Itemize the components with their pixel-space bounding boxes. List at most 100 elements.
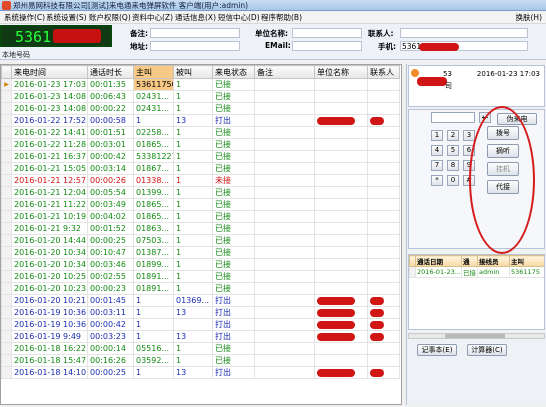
subtable-header-operator[interactable]: 接线员 (477, 255, 510, 267)
scrollbar-thumb[interactable] (445, 334, 505, 338)
column-header-remark[interactable]: 备注 (254, 65, 315, 79)
cell-callee: 01369... (173, 294, 213, 307)
cell-callee: 1 (173, 174, 213, 187)
menu-account[interactable]: 账户权限(Q) (89, 11, 131, 24)
table-row[interactable]: 2016-01-22 14:41 00:01:51 02258... 1 已接 (1, 126, 400, 139)
dial-key[interactable]: 3 (463, 130, 475, 141)
dial-button[interactable]: 拨号 (487, 126, 519, 140)
cell-caller: 01891... (133, 270, 174, 283)
column-header-callee[interactable]: 被叫 (173, 65, 213, 79)
table-row[interactable]: 2016-01-19 9:49 00:03:23 1 13 打出 (1, 330, 400, 343)
table-row[interactable]: 2016-01-22 11:28 00:03:01 01865... 1 已接 (1, 138, 400, 151)
table-row[interactable]: 2016-01-21 16:37 00:00:42 53381227 1 已接 (1, 150, 400, 163)
table-row[interactable]: 2016-01-20 14:44 00:00:25 07503... 1 已接 (1, 234, 400, 247)
table-row[interactable]: 2016-01-22 17:52 00:00:58 1 13 打出 (1, 114, 400, 127)
table-row[interactable]: 2016-01-21 11:22 00:03:49 01865... 1 已接 (1, 198, 400, 211)
row-indicator-icon (1, 282, 12, 295)
answer-for-button[interactable]: 代接 (487, 180, 519, 194)
call-detail-card: 53 2016-01-23 17:03 司 (408, 65, 545, 107)
menu-data[interactable]: 资料中心(Z) (132, 11, 173, 24)
column-header-caller[interactable]: 主叫 (133, 65, 174, 79)
remark-field[interactable] (150, 28, 240, 38)
cell-company (314, 126, 368, 139)
hangup-button[interactable]: 挂机 (487, 162, 519, 176)
call-records-table[interactable]: 来电时间 通话时长 主叫 被叫 来电状态 备注 单位名称 联系人 ▶ 2016-0… (0, 64, 402, 405)
dial-key[interactable]: 4 (431, 145, 443, 156)
cell-company (314, 150, 368, 163)
table-row[interactable]: 2016-01-21 12:57 00:00:26 01338... 1 未接 (1, 174, 400, 187)
menu-help[interactable]: 程序帮助(B) (261, 11, 302, 24)
dial-key[interactable]: # (463, 175, 475, 186)
email-field[interactable] (292, 41, 362, 51)
dial-key[interactable]: 5 (447, 145, 459, 156)
table-row[interactable]: 2016-01-18 16:22 00:00:14 05516... 1 已接 (1, 342, 400, 355)
contact-field[interactable] (400, 28, 528, 38)
table-row[interactable]: ▶ 2016-01-23 17:03 00:01:35 53611750 1 已接 (1, 78, 400, 91)
backspace-icon[interactable]: ← (479, 112, 491, 123)
mobile-field[interactable]: 5361 (400, 41, 528, 51)
table-row[interactable]: 2016-01-19 10:36 00:03:11 1 13 打出 (1, 306, 400, 319)
menu-sms[interactable]: 短信中心(D) (218, 11, 260, 24)
table-row[interactable]: 2016-01-21 10:19 00:04:02 01865... 1 已接 (1, 210, 400, 223)
cell-contact (367, 90, 400, 103)
cell-duration: 00:00:23 (87, 282, 134, 295)
table-row[interactable]: 2016-01-21 15:05 00:03:14 01867... 1 已接 (1, 162, 400, 175)
table-row[interactable]: 2016-01-21 9:32 00:01:52 01863... 1 已接 (1, 222, 400, 235)
cell-duration: 00:01:45 (87, 294, 134, 307)
menu-call-info[interactable]: 通话信息(X) (175, 11, 216, 24)
column-header-contact[interactable]: 联系人 (367, 65, 400, 79)
cell-time: 2016-01-21 12:04 (11, 186, 88, 199)
cell-callee: 1 (173, 186, 213, 199)
cell-time: 2016-01-23 17:03 (11, 78, 88, 91)
table-row[interactable]: 2016-01-20 10:25 00:02:55 01891... 1 已接 (1, 270, 400, 283)
dial-key[interactable]: 8 (447, 160, 459, 171)
subtable-header-status[interactable]: 通 (461, 255, 478, 267)
menu-system[interactable]: 系统操作(C) (4, 11, 45, 24)
column-header-time[interactable]: 来电时间 (11, 65, 88, 79)
redaction-mark (317, 296, 355, 305)
dial-key[interactable]: 2 (447, 130, 459, 141)
column-header-status[interactable]: 来电状态 (212, 65, 255, 79)
cell-remark (254, 330, 315, 343)
dial-key[interactable]: 7 (431, 160, 443, 171)
subtable-header-date[interactable]: 通话日期 (415, 255, 462, 267)
address-field[interactable] (150, 41, 240, 51)
menu-settings[interactable]: 系统设置(S) (46, 11, 87, 24)
cell-duration: 00:01:51 (87, 126, 134, 139)
table-row[interactable]: 2016-01-23 14:08 00:00:22 02431... 1 已接 (1, 102, 400, 115)
table-row[interactable]: 2016-01-18 14:10 00:00:25 1 13 打出 (1, 366, 400, 379)
row-indicator-icon (1, 258, 12, 271)
cell-contact (367, 186, 400, 199)
dial-key[interactable]: 1 (431, 130, 443, 141)
table-row[interactable]: 2016-01-20 10:23 00:00:23 01891... 1 已接 (1, 282, 400, 295)
cell-duration: 00:01:52 (87, 222, 134, 235)
column-header-company[interactable]: 单位名称 (314, 65, 368, 79)
fake-call-button[interactable]: 伪来电 (497, 113, 537, 125)
table-row[interactable]: 2016-01-21 12:04 00:05:54 01399... 1 已接 (1, 186, 400, 199)
pickup-button[interactable]: 摘听 (487, 144, 519, 158)
table-row[interactable]: 2016-01-18 15:47 00:16:26 03592... 1 已接 (1, 354, 400, 367)
dial-number-input[interactable] (431, 112, 475, 123)
table-row[interactable]: 2016-01-23 14:08 00:06:43 02431... 1 已接 (1, 90, 400, 103)
dial-key[interactable]: 6 (463, 145, 475, 156)
company-field[interactable] (292, 28, 362, 38)
notepad-button[interactable]: 记事本(E) (417, 344, 457, 356)
calculator-button[interactable]: 计算器(C) (467, 344, 507, 356)
table-row[interactable]: 2016-01-20 10:34 00:03:46 01899... 1 已接 (1, 258, 400, 271)
dial-key[interactable]: * (431, 175, 443, 186)
subtable-row[interactable]: 2016-01-23... 已接 admin 5361175 (409, 266, 544, 278)
column-header-duration[interactable]: 通话时长 (87, 65, 134, 79)
dial-key[interactable]: 0 (447, 175, 459, 186)
table-row[interactable]: 2016-01-19 10:36 00:00:42 1 打出 (1, 318, 400, 331)
subtable-header-caller[interactable]: 主叫 (509, 255, 544, 267)
dial-key[interactable]: 9 (463, 160, 475, 171)
subtable-scrollbar[interactable] (408, 333, 545, 339)
menu-skin[interactable]: 换肤(H) (516, 11, 543, 24)
cell-remark (254, 258, 315, 271)
table-row[interactable]: 2016-01-20 10:34 00:10:47 01387... 1 已接 (1, 246, 400, 259)
cell-remark (254, 294, 315, 307)
call-history-subtable[interactable]: 通话日期 通 接线员 主叫 2016-01-23... 已接 admin 536… (408, 254, 545, 330)
cell-status: 已接 (212, 210, 255, 223)
row-indicator-icon (1, 102, 12, 115)
table-row[interactable]: 2016-01-20 10:21 00:01:45 1 01369... 打出 (1, 294, 400, 307)
